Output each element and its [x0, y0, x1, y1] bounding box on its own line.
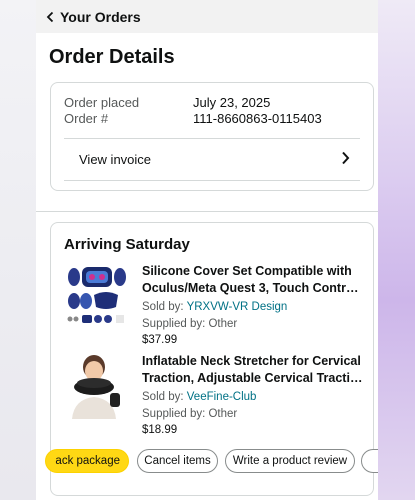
order-details-screen: Your Orders Order Details Order placed J…	[36, 0, 378, 500]
supplied-by: Supplied by: Other	[142, 318, 238, 330]
write-review-button[interactable]: Write a product review	[225, 449, 355, 473]
order-summary-card: Order placed July 23, 2025 Order # 111-8…	[50, 82, 374, 191]
order-item[interactable]: Inflatable Neck Stretcher for Cervical T…	[64, 353, 364, 436]
product-title-cont[interactable]: Oculus/Meta Quest 3, Touch Contr…	[142, 280, 364, 297]
shipment-card: Arriving Saturday Silicone Cover Set Com…	[45, 222, 378, 496]
sold-by: Sold by: YRXVW-VR Design	[142, 300, 364, 314]
product-title-cont[interactable]: Traction, Adjustable Cervical Tracti…	[142, 370, 364, 387]
view-invoice-link[interactable]: View invoice	[64, 138, 360, 181]
order-placed-label: Order placed	[64, 95, 140, 110]
product-info: Inflatable Neck Stretcher for Cervical T…	[142, 353, 364, 436]
product-image-neck-stretcher[interactable]	[64, 353, 130, 419]
action-buttons-row: ack package Cancel items Write a product…	[45, 449, 378, 475]
product-info: Silicone Cover Set Compatible with Oculu…	[142, 263, 364, 346]
back-label: Your Orders	[60, 8, 141, 25]
background-left	[0, 0, 36, 500]
product-title[interactable]: Silicone Cover Set Compatible with	[142, 263, 364, 280]
order-number-value: 111-8660863-0115403	[193, 111, 322, 126]
product-title[interactable]: Inflatable Neck Stretcher for Cervical	[142, 353, 364, 370]
track-package-button[interactable]: ack package	[45, 449, 129, 473]
more-actions-button[interactable]	[361, 449, 378, 473]
supplied-by: Supplied by: Other	[142, 408, 238, 420]
top-bar: Your Orders	[36, 0, 378, 33]
product-image-vr-cover[interactable]	[64, 263, 130, 329]
chevron-right-icon	[341, 151, 360, 168]
cancel-items-button[interactable]: Cancel items	[137, 449, 218, 473]
seller-link[interactable]: YRXVW-VR Design	[187, 301, 288, 313]
sold-by-label: Sold by:	[142, 391, 184, 403]
section-divider	[36, 211, 378, 212]
order-item[interactable]: Silicone Cover Set Compatible with Oculu…	[64, 263, 364, 346]
background-right	[378, 0, 415, 500]
seller-link[interactable]: VeeFine-Club	[187, 391, 257, 403]
page-title: Order Details	[49, 46, 175, 68]
sold-by-label: Sold by:	[142, 301, 184, 313]
chevron-left-icon	[46, 11, 54, 23]
product-price: $37.99	[142, 334, 178, 346]
view-invoice-label: View invoice	[79, 152, 152, 167]
order-number-label: Order #	[64, 111, 109, 126]
order-placed-value: July 23, 2025	[193, 95, 271, 110]
delivery-status: Arriving Saturday	[64, 236, 190, 253]
back-to-orders-button[interactable]: Your Orders	[46, 9, 141, 25]
product-price: $18.99	[142, 424, 178, 436]
sold-by: Sold by: VeeFine-Club	[142, 390, 364, 404]
